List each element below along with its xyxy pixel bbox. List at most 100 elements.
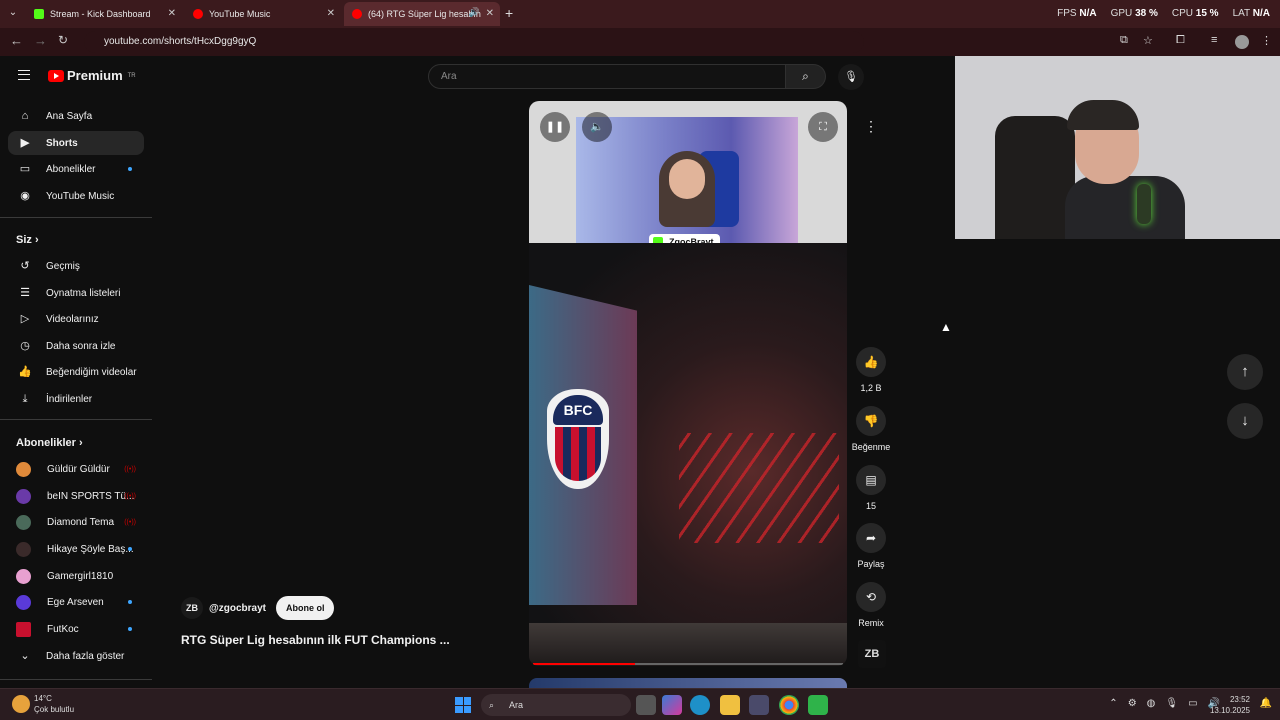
tab-youtube-short[interactable]: (64) RTG Süper Lig hesabın 🔊 ✕ — [344, 2, 500, 26]
remix-label: Remix — [858, 618, 884, 628]
windows-taskbar: 14°C Çok bulutlu ⌕ Ara ⌃ ⚙ ◍ 🎙 ▭ 🔊 23:52… — [0, 688, 1280, 720]
subscription-item[interactable]: beIN SPORTS Tü... ((•)) — [8, 484, 144, 508]
search-input[interactable]: Ara — [428, 64, 786, 89]
taskbar-search[interactable]: ⌕ Ara — [481, 694, 631, 716]
short-title[interactable]: RTG Süper Lig hesabının ilk FUT Champion… — [181, 633, 450, 647]
performance-overlay: FPS N/A GPU 38 % CPU 15 % LAT N/A — [1057, 8, 1270, 19]
sidebar-item-label: Daha fazla göster — [46, 650, 125, 662]
sidebar-item-your-videos[interactable]: ▷ Videolarınız — [8, 307, 144, 331]
sidebar-item-home[interactable]: ⌂ Ana Sayfa — [8, 104, 144, 128]
hamburger-menu-icon[interactable] — [18, 70, 30, 80]
task-view-icon[interactable] — [636, 695, 656, 715]
channel-avatar[interactable]: ZB — [181, 597, 203, 619]
back-icon[interactable]: ← — [10, 33, 23, 48]
sidebar-item-downloads[interactable]: ⤓ İndirilenler — [8, 387, 144, 411]
profile-avatar[interactable] — [1235, 35, 1249, 49]
dislike-action[interactable]: 👎 Beğenme — [851, 406, 891, 452]
extensions-icon[interactable]: ⧠ — [1176, 34, 1185, 47]
chevron-up-icon[interactable]: ⌃ — [1109, 698, 1117, 709]
like-count: 1,2 B — [860, 383, 882, 393]
tab-search-button[interactable]: ⌄ — [4, 4, 22, 22]
show-more-button[interactable]: ⌄ Daha fazla göster — [8, 644, 144, 668]
subscription-item[interactable]: FutKoc — [8, 617, 144, 641]
remix-action[interactable]: ⟲ Remix — [851, 582, 891, 628]
crest-stripes — [555, 427, 601, 481]
channel-handle[interactable]: @zgocbrayt — [209, 603, 266, 614]
bookmark-star-icon[interactable]: ☆ — [1143, 34, 1153, 47]
url-field[interactable]: youtube.com/shorts/tHcxDgg9gyQ — [84, 31, 864, 53]
settings-icon[interactable]: ⚙ — [1128, 698, 1137, 709]
volume-button[interactable]: 🔈 — [582, 112, 612, 142]
browser-menu-icon[interactable]: ⋮ — [1261, 34, 1272, 47]
microphone-icon[interactable]: 🎙 — [1165, 698, 1178, 709]
subscription-item[interactable]: Hikaye Şöyle Baş... — [8, 537, 144, 561]
sidebar-item-youtube-music[interactable]: ◉ YouTube Music — [8, 184, 144, 208]
sidebar-item-label: Abonelikler — [46, 163, 96, 175]
channel-thumbnail[interactable]: ZB — [858, 640, 886, 668]
download-icon: ⤓ — [22, 393, 28, 405]
edge-icon[interactable] — [690, 695, 710, 715]
reload-icon[interactable]: ↻ — [58, 33, 68, 47]
close-icon[interactable]: ✕ — [486, 8, 494, 19]
youtube-premium-logo[interactable]: Premium TR — [48, 68, 136, 83]
subscribe-button[interactable]: Abone ol — [275, 596, 335, 620]
copilot-icon[interactable] — [662, 695, 682, 715]
section-subscriptions-header[interactable]: Abonelikler › — [16, 437, 83, 449]
new-tab-button[interactable]: + — [505, 5, 513, 21]
file-explorer-icon[interactable] — [720, 695, 740, 715]
store-icon[interactable] — [749, 695, 769, 715]
next-short-button[interactable]: ↓ — [1227, 403, 1263, 439]
channel-name: Güldür Güldür — [47, 463, 110, 475]
fullscreen-button[interactable]: ⛶ — [808, 112, 838, 142]
tab-label: YouTube Music — [209, 9, 271, 19]
forward-icon[interactable]: → — [34, 33, 47, 48]
voice-search-button[interactable]: 🎙 — [838, 64, 864, 90]
app-icon[interactable] — [808, 695, 828, 715]
notification-bell-icon[interactable]: 🔔 — [1260, 698, 1272, 709]
sidebar-item-label: Beğendiğim videolar — [46, 366, 137, 378]
sidebar-item-history[interactable]: ↺ Geçmiş — [8, 254, 144, 278]
taskbar-clock[interactable]: 23:52 13.10.2025 — [1210, 694, 1250, 716]
subscription-item[interactable]: Ege Arseven — [8, 590, 144, 614]
sidebar-item-watch-later[interactable]: ◷ Daha sonra izle — [8, 334, 144, 358]
search-button[interactable]: ⌕ — [786, 64, 826, 89]
install-app-icon[interactable]: ⧉ — [1120, 34, 1128, 47]
subscription-item[interactable]: Gamergirl1810 — [8, 564, 144, 588]
weather-desc: Çok bulutlu — [34, 705, 75, 714]
close-icon[interactable]: ✕ — [168, 8, 176, 19]
tab-kick-dashboard[interactable]: Stream - Kick Dashboard ✕ — [26, 2, 182, 26]
previous-short-button[interactable]: ↑ — [1227, 354, 1263, 390]
chrome-icon[interactable] — [779, 695, 799, 715]
channel-avatar — [16, 461, 31, 477]
close-icon[interactable]: ✕ — [327, 8, 335, 19]
like-action[interactable]: 👍 1,2 B — [851, 347, 891, 393]
video-progress-bar[interactable] — [533, 663, 843, 665]
media-control-icon[interactable]: ≡ — [1211, 34, 1217, 46]
short-video-player[interactable]: ZgocBrayt BFC ❚❚ 🔈 ⛶ — [529, 101, 847, 666]
fullscreen-icon: ⛶ — [819, 121, 827, 133]
share-action[interactable]: ➦ Paylaş — [851, 523, 891, 569]
sidebar-item-shorts[interactable]: ▶ Shorts — [8, 131, 144, 155]
browser-tab-strip: ⌄ Stream - Kick Dashboard ✕ YouTube Musi… — [0, 0, 1280, 28]
steam-icon[interactable]: ◍ — [1147, 698, 1156, 709]
sidebar-item-liked-videos[interactable]: 👍 Beğendiğim videolar — [8, 360, 144, 384]
network-icon[interactable]: ▭ — [1188, 698, 1197, 709]
speaker-icon[interactable]: 🔊 — [469, 7, 480, 18]
start-button[interactable] — [455, 697, 471, 713]
more-options-button[interactable]: ⋮ — [858, 113, 884, 139]
subscription-item[interactable]: Diamond Tema ((•)) — [8, 510, 144, 534]
chevron-down-icon: ⌄ — [20, 650, 30, 662]
sidebar: Premium TR ⌂ Ana Sayfa ▶ Shorts ▭ Abonel… — [0, 56, 152, 688]
pause-button[interactable]: ❚❚ — [540, 112, 570, 142]
crest-text: BFC — [553, 395, 603, 425]
tab-youtube-music[interactable]: YouTube Music ✕ — [185, 2, 341, 26]
sidebar-item-subscriptions[interactable]: ▭ Abonelikler — [8, 157, 144, 181]
live-icon: ((•)) — [124, 465, 136, 473]
section-title: Abonelikler — [16, 437, 76, 449]
subscription-item[interactable]: Güldür Güldür ((•)) — [8, 457, 144, 481]
section-you-header[interactable]: Siz › — [16, 234, 39, 246]
next-short-preview[interactable] — [529, 678, 847, 688]
sidebar-item-playlists[interactable]: ☰ Oynatma listeleri — [8, 281, 144, 305]
comments-action[interactable]: ▤ 15 — [851, 465, 891, 511]
weather-widget[interactable]: 14°C Çok bulutlu — [12, 693, 74, 715]
